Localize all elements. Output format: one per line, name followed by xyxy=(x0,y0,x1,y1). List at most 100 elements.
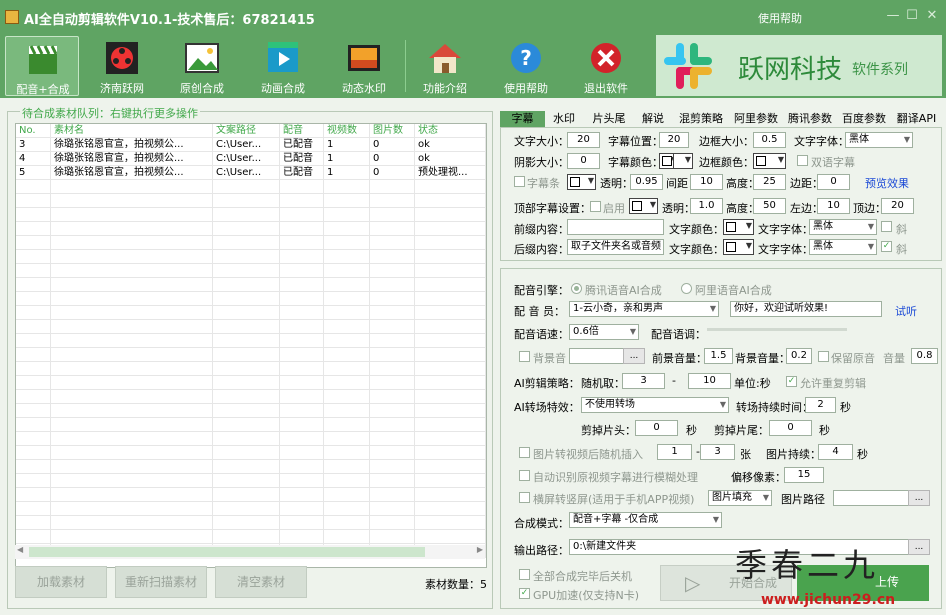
table-row[interactable] xyxy=(16,208,486,222)
table-row[interactable]: 5 徐璐张铭恩官宣，拍视频公... C:\User... 已配音 1 0 预处理视... xyxy=(16,166,486,180)
column-header[interactable]: 配音 xyxy=(280,124,324,138)
voice-select[interactable]: 1-云小奇，亲和男声 xyxy=(569,301,719,317)
maximize-icon[interactable]: ☐ xyxy=(905,9,919,23)
engine-tencent-radio[interactable] xyxy=(571,283,582,294)
table-row[interactable] xyxy=(16,530,486,544)
font-family-select[interactable]: 黑体 xyxy=(845,132,913,148)
bar-margin-input[interactable]: 0 xyxy=(817,174,850,190)
close-icon[interactable]: ✕ xyxy=(925,9,939,23)
top-height-input[interactable]: 50 xyxy=(753,198,786,214)
compose-mode-select[interactable]: 配音+字幕 -仅合成 xyxy=(569,512,722,528)
column-header[interactable]: No. xyxy=(16,124,51,138)
toolbar-dub-compose[interactable]: 配音+合成 xyxy=(5,36,79,96)
bgm-checkbox[interactable] xyxy=(519,351,530,362)
table-row[interactable] xyxy=(16,362,486,376)
table-row[interactable] xyxy=(16,250,486,264)
prefix-input[interactable] xyxy=(567,219,664,235)
table-row[interactable] xyxy=(16,474,486,488)
table-row[interactable] xyxy=(16,418,486,432)
tab-intro-outro[interactable]: 片头尾 xyxy=(586,111,632,127)
random-max-input[interactable]: 10 xyxy=(688,373,731,389)
table-row[interactable] xyxy=(16,222,486,236)
table-row[interactable] xyxy=(16,180,486,194)
listen-link[interactable]: 试听 xyxy=(895,303,917,319)
table-row[interactable]: 4 徐璐张铭恩官宣，拍视频公... C:\User... 已配音 1 0 ok xyxy=(16,152,486,166)
subtitle-position-input[interactable]: 20 xyxy=(659,132,689,148)
original-volume-input[interactable]: 0.8 xyxy=(911,348,938,364)
shutdown-checkbox[interactable] xyxy=(519,569,530,580)
scroll-right-icon[interactable]: ▶ xyxy=(477,545,483,554)
column-header[interactable]: 图片数 xyxy=(370,124,415,138)
bar-height-input[interactable]: 25 xyxy=(753,174,786,190)
toolbar-jinan-yuewang[interactable]: 济南跃网 xyxy=(85,36,159,96)
table-row[interactable] xyxy=(16,236,486,250)
help-menu[interactable]: 使用帮助 xyxy=(758,10,802,26)
rescan-material-button[interactable]: 重新扫描素材 xyxy=(115,566,207,598)
top-subtitle-enable-checkbox[interactable] xyxy=(590,201,601,212)
sample-text-input[interactable]: 你好，欢迎试听效果! xyxy=(730,301,882,317)
engine-ali-radio[interactable] xyxy=(681,283,692,294)
portrait-convert-checkbox[interactable] xyxy=(519,492,530,503)
left-margin-input[interactable]: 10 xyxy=(817,198,850,214)
table-row[interactable] xyxy=(16,502,486,516)
toolbar-help[interactable]: ? 使用帮助 xyxy=(489,36,563,96)
image-path-browse-button[interactable]: ... xyxy=(908,490,930,506)
tab-subtitle[interactable]: 字幕 xyxy=(500,111,545,127)
image-min-input[interactable]: 1 xyxy=(657,444,692,460)
clear-material-button[interactable]: 清空素材 xyxy=(215,566,307,598)
shadow-size-input[interactable]: 0 xyxy=(567,153,600,169)
table-row[interactable] xyxy=(16,348,486,362)
top-subtitle-color[interactable] xyxy=(629,198,658,214)
preview-effect-link[interactable]: 预览效果 xyxy=(865,175,909,191)
bar-spacing-input[interactable]: 10 xyxy=(690,174,723,190)
tab-watermark[interactable]: 水印 xyxy=(548,111,580,127)
cut-tail-input[interactable]: 0 xyxy=(769,420,812,436)
queue-table[interactable]: No. 素材名 文案路径 配音 视频数 图片数 状态 3 徐璐张铭恩官宣，拍视频公… xyxy=(15,123,487,568)
pitch-slider[interactable] xyxy=(707,328,847,331)
column-header[interactable]: 视频数 xyxy=(324,124,370,138)
prefix-color-picker[interactable] xyxy=(723,219,754,235)
allow-repeat-checkbox[interactable]: ✓ xyxy=(786,376,797,387)
cut-head-input[interactable]: 0 xyxy=(635,420,678,436)
top-alpha-input[interactable]: 1.0 xyxy=(690,198,723,214)
table-row[interactable] xyxy=(16,292,486,306)
border-color-picker[interactable] xyxy=(753,153,786,169)
image-path-input[interactable] xyxy=(833,490,909,506)
column-header[interactable]: 状态 xyxy=(415,124,486,138)
suffix-color-picker[interactable] xyxy=(723,239,754,255)
table-row[interactable] xyxy=(16,432,486,446)
prefix-font-select[interactable]: 黑体 xyxy=(809,219,877,235)
minimize-icon[interactable]: — xyxy=(886,9,900,23)
subtitle-bar-color[interactable] xyxy=(567,174,596,190)
image-insert-checkbox[interactable] xyxy=(519,447,530,458)
tab-mix-strategy[interactable]: 混剪策略 xyxy=(675,111,727,127)
random-min-input[interactable]: 3 xyxy=(622,373,665,389)
scrollbar-thumb[interactable] xyxy=(29,547,425,557)
fg-volume-input[interactable]: 1.5 xyxy=(704,348,733,364)
top-margin-input[interactable]: 20 xyxy=(881,198,914,214)
table-row[interactable] xyxy=(16,488,486,502)
column-header[interactable]: 文案路径 xyxy=(213,124,280,138)
table-row[interactable] xyxy=(16,446,486,460)
column-header[interactable]: 素材名 xyxy=(51,124,213,138)
toolbar-exit[interactable]: 退出软件 xyxy=(569,36,643,96)
table-row[interactable] xyxy=(16,194,486,208)
table-row[interactable] xyxy=(16,376,486,390)
tab-baidu-params[interactable]: 百度参数 xyxy=(838,111,890,127)
subtitle-color-dropdown[interactable] xyxy=(673,153,693,169)
transition-select[interactable]: 不使用转场 xyxy=(581,397,729,413)
table-row[interactable] xyxy=(16,404,486,418)
toolbar-dynamic-watermark[interactable]: 动态水印 xyxy=(327,36,401,96)
suffix-input[interactable]: 取子文件夹名或音频 xyxy=(567,239,664,255)
table-row[interactable] xyxy=(16,390,486,404)
gpu-checkbox[interactable]: ✓ xyxy=(519,588,530,599)
tab-tencent-params[interactable]: 腾讯参数 xyxy=(784,111,836,127)
bar-alpha-input[interactable]: 0.95 xyxy=(630,174,663,190)
bgm-browse-button[interactable]: ... xyxy=(623,348,645,364)
image-duration-input[interactable]: 4 xyxy=(818,444,853,460)
table-row[interactable] xyxy=(16,278,486,292)
horizontal-scrollbar[interactable]: ◀ ▶ xyxy=(15,545,485,559)
table-row[interactable] xyxy=(16,306,486,320)
transition-duration-input[interactable]: 2 xyxy=(805,397,836,413)
toolbar-feature-intro[interactable]: 功能介绍 xyxy=(408,36,482,96)
